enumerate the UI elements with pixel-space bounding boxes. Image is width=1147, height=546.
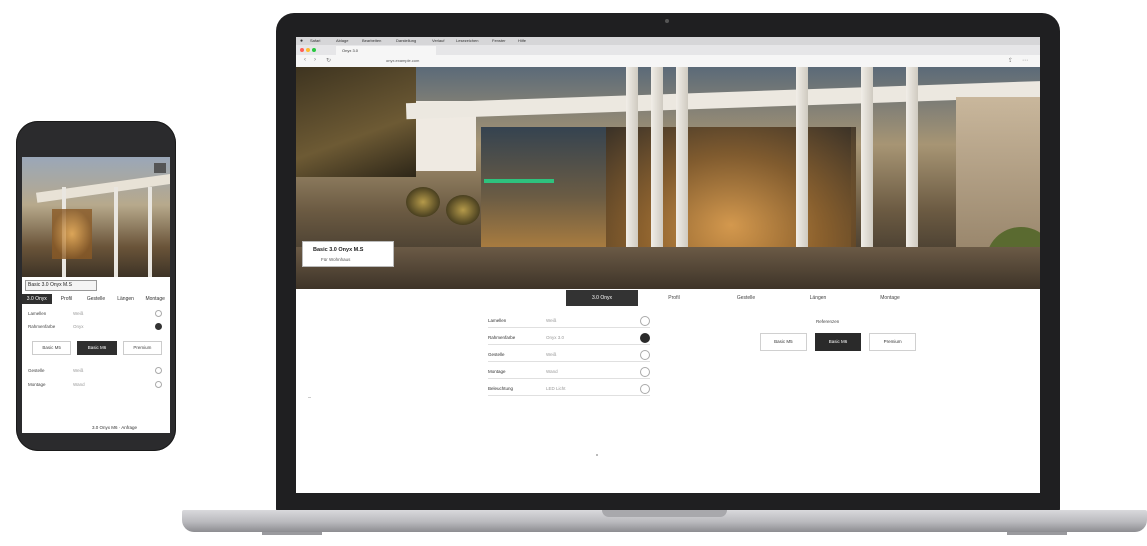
- laptop-foot: [262, 532, 322, 535]
- phone-premium-button[interactable]: Premium: [122, 341, 162, 355]
- more-icon[interactable]: ⋯: [1022, 57, 1028, 64]
- menu-item[interactable]: Bearbeiten: [362, 38, 381, 43]
- color-swatch-icon[interactable]: [155, 323, 162, 330]
- phone-tab-gestelle[interactable]: Gestelle: [81, 294, 111, 304]
- basic-m6-button[interactable]: Basic M6: [814, 333, 862, 351]
- url-field[interactable]: onyx.example.com: [386, 57, 946, 65]
- color-swatch-icon[interactable]: [640, 384, 650, 394]
- phone-option-value: Onyx: [73, 324, 84, 329]
- maximize-window-icon[interactable]: [312, 48, 316, 52]
- phone-option-label: Gestelle: [28, 368, 45, 373]
- phone-summary-text: 3.0 Onyx M6 · Anfrage: [92, 425, 138, 430]
- phone-option-row[interactable]: Lamellen Weiß: [28, 310, 162, 319]
- back-arrow-icon[interactable]: ‹: [304, 57, 306, 63]
- option-row[interactable]: Gestelle Weiß: [488, 349, 650, 362]
- option-row[interactable]: Lamellen Weiß: [488, 315, 650, 328]
- tab-onyx[interactable]: 3.0 Onyx: [566, 290, 638, 306]
- phone-tab-laengen[interactable]: Längen: [111, 294, 141, 304]
- phone-model-label: Basic 3.0 Onyx M.S: [25, 280, 97, 291]
- model-title: Basic 3.0 Onyx M.S: [313, 247, 364, 253]
- phone-config-tabs: 3.0 Onyx Profil Gestelle Längen Montage: [22, 294, 170, 304]
- laptop-screen: ● Safari Ablage Bearbeiten Darstellung V…: [296, 37, 1040, 493]
- option-label: Rahmenfarbe: [488, 335, 516, 340]
- tab-montage[interactable]: Montage: [854, 290, 926, 306]
- option-value: Weiß: [546, 318, 557, 323]
- config-tabs: 3.0 Onyx Profil Gestelle Längen Montage: [566, 290, 926, 306]
- basic-m5-button[interactable]: Basic M5: [760, 333, 807, 351]
- os-menu-bar: ● Safari Ablage Bearbeiten Darstellung V…: [296, 37, 1040, 45]
- option-value: Wand: [546, 369, 558, 374]
- minimize-window-icon[interactable]: [306, 48, 310, 52]
- browser-tab[interactable]: Onyx 3.0: [336, 46, 436, 55]
- camera-icon: [665, 19, 669, 23]
- close-window-icon[interactable]: [300, 48, 304, 52]
- menu-item[interactable]: Fenster: [492, 38, 506, 43]
- menu-item[interactable]: Ablage: [336, 38, 348, 43]
- option-label: Lamellen: [488, 318, 507, 323]
- reload-icon[interactable]: ↻: [326, 57, 331, 64]
- tab-laengen[interactable]: Längen: [782, 290, 854, 306]
- reference-title: Referenzen: [816, 319, 840, 324]
- tab-profil[interactable]: Profil: [638, 290, 710, 306]
- phone-option-row[interactable]: Rahmenfarbe Onyx: [28, 323, 162, 332]
- option-value: LED Licht: [546, 386, 566, 391]
- menu-item[interactable]: Verlauf: [432, 38, 444, 43]
- option-label: Gestelle: [488, 352, 505, 357]
- phone-tab-onyx[interactable]: 3.0 Onyx: [22, 294, 52, 304]
- option-label: Montage: [488, 369, 506, 374]
- color-swatch-icon[interactable]: [640, 350, 650, 360]
- share-icon[interactable]: ⇪: [1008, 57, 1013, 64]
- phone-option-label: Montage: [28, 382, 46, 387]
- phone-tab-montage[interactable]: Montage: [140, 294, 170, 304]
- model-label: Basic 3.0 Onyx M.S Für Wohnhaus: [302, 241, 394, 267]
- menu-item[interactable]: Lesezeichen: [456, 38, 478, 43]
- phone-option-row[interactable]: Gestelle Weiß: [28, 367, 162, 376]
- laptop-device: ● Safari Ablage Bearbeiten Darstellung V…: [276, 13, 1060, 513]
- forward-arrow-icon[interactable]: ›: [314, 57, 316, 63]
- option-value: Weiß: [546, 352, 557, 357]
- laptop-base: [182, 510, 1147, 535]
- phone-basic-m5-button[interactable]: Basic M5: [32, 341, 72, 355]
- color-swatch-icon[interactable]: [640, 333, 650, 343]
- menu-item[interactable]: Hilfe: [518, 38, 526, 43]
- menu-item[interactable]: Darstellung: [396, 38, 416, 43]
- laptop-notch: [602, 510, 727, 517]
- option-label: Beleuchtung: [488, 386, 514, 391]
- premium-button[interactable]: Premium: [869, 333, 917, 351]
- hero-image: Basic 3.0 Onyx M.S Für Wohnhaus: [296, 67, 1040, 289]
- option-value: Onyx 3.0: [546, 335, 565, 340]
- tab-gestelle[interactable]: Gestelle: [710, 290, 782, 306]
- phone-variant-buttons: Basic M5 Basic M6 Premium: [32, 341, 162, 355]
- loading-dot: [596, 454, 598, 456]
- phone-option-value: Wand: [73, 382, 85, 387]
- option-row[interactable]: Montage Wand: [488, 366, 650, 379]
- phone-option-value: Weiß: [73, 311, 84, 316]
- phone-screen: Basic 3.0 Onyx M.S 3.0 Onyx Profil Geste…: [22, 157, 170, 433]
- phone-option-label: Lamellen: [28, 311, 47, 316]
- menu-icon[interactable]: [154, 163, 166, 173]
- color-swatch-icon[interactable]: [155, 367, 162, 374]
- phone-tab-profil[interactable]: Profil: [52, 294, 82, 304]
- color-swatch-icon[interactable]: [155, 310, 162, 317]
- browser-tab-bar: Onyx 3.0: [296, 45, 1040, 55]
- option-row[interactable]: Rahmenfarbe Onyx 3.0: [488, 332, 650, 345]
- laptop-foot: [1007, 532, 1067, 535]
- phone-device: Basic 3.0 Onyx M.S 3.0 Onyx Profil Geste…: [16, 121, 176, 451]
- phone-option-label: Rahmenfarbe: [28, 324, 56, 329]
- phone-option-row[interactable]: Montage Wand: [28, 381, 162, 390]
- apple-icon[interactable]: ●: [300, 38, 303, 44]
- color-swatch-icon[interactable]: [155, 381, 162, 388]
- option-row[interactable]: Beleuchtung LED Licht: [488, 383, 650, 396]
- phone-hero-image: [22, 157, 170, 277]
- variant-buttons: Basic M5 Basic M6 Premium: [760, 333, 917, 351]
- phone-basic-m6-button[interactable]: Basic M6: [77, 341, 117, 355]
- color-swatch-icon[interactable]: [640, 367, 650, 377]
- side-marker: [308, 397, 311, 398]
- phone-option-value: Weiß: [73, 368, 84, 373]
- menu-item[interactable]: Safari: [310, 38, 320, 43]
- model-subtitle: Für Wohnhaus: [321, 257, 351, 262]
- color-swatch-icon[interactable]: [640, 316, 650, 326]
